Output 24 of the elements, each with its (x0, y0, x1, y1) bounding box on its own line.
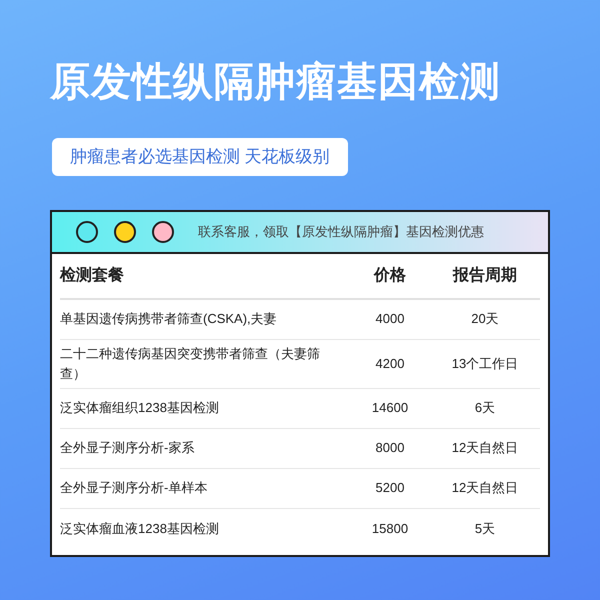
column-header: 报告周期 (452, 265, 518, 286)
subtitle-label: 肿瘤患者必选基因检测 天花板级别 (52, 138, 348, 176)
column-header: 价格 (372, 266, 407, 286)
table-cell-text: 12天自然日 (450, 479, 520, 497)
table-cell-text: 14600 (370, 399, 410, 417)
table-cell-text: 泛实体瘤组织1238基因检测 (60, 399, 220, 417)
table-cell-text: 15800 (370, 520, 410, 538)
table-cell-text: 5200 (374, 479, 406, 497)
table-cell-text: 全外显子测序分析-单样本 (60, 479, 208, 497)
table-cell-text: 二十二种遗传病基因突变携带者筛查（夫妻筛查） (60, 344, 321, 382)
table-cell-text: 4000 (374, 310, 406, 328)
table-cell-text: 4200 (374, 354, 406, 372)
table-cell-text: 6天 (474, 399, 496, 417)
table-cell-text: 单基因遗传病携带者筛查(CSKA),夫妻 (60, 310, 278, 328)
table-cell-text: 12天自然日 (450, 439, 520, 457)
column-header: 检测套餐 (60, 266, 125, 286)
table-cell-text: 泛实体瘤血液1238基因检测 (60, 520, 220, 538)
table-cell-text: 全外显子测序分析-家系 (60, 439, 196, 457)
page-title: 原发性纵隔肿瘤基因检测 (50, 59, 502, 106)
table-cell-text: 13个工作日 (450, 354, 520, 372)
notice-text: 联系客服，领取【原发性纵隔肿瘤】基因检测优惠 (198, 222, 484, 241)
table-cell-text: 20天 (470, 310, 500, 328)
table-cell-text: 5天 (474, 520, 496, 538)
table-cell-text: 8000 (374, 439, 406, 457)
